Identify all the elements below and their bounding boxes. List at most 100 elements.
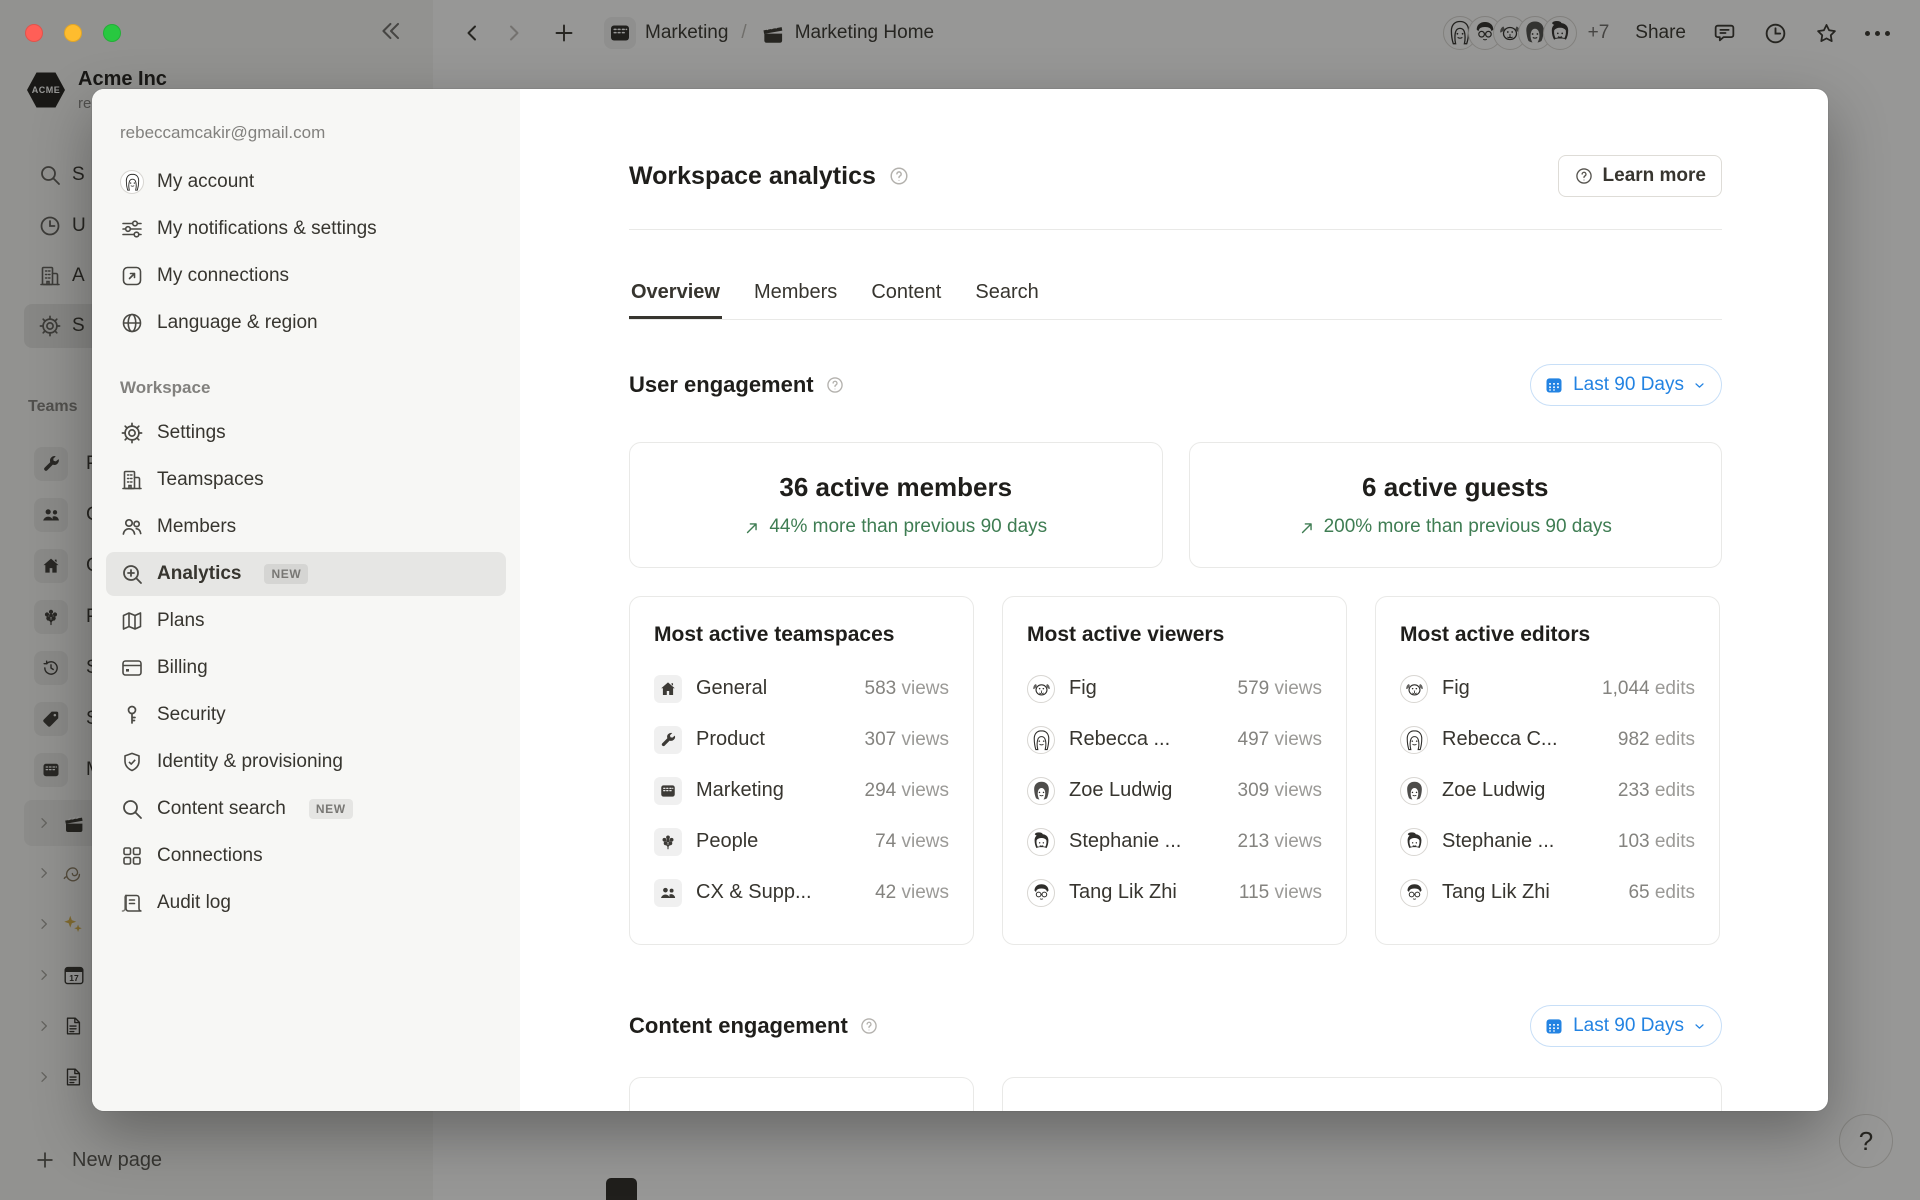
home-icon xyxy=(654,675,682,703)
user-avatar xyxy=(120,170,144,194)
list-item[interactable]: Fig 1,044 edits xyxy=(1400,663,1695,714)
list-item[interactable]: CX & Supp... 42 views xyxy=(654,867,949,918)
window-controls xyxy=(25,24,121,42)
content-engagement-heading: Content engagement xyxy=(629,1013,879,1039)
avatar-fig xyxy=(1027,675,1055,703)
map-icon xyxy=(120,609,144,633)
help-tooltip-icon[interactable] xyxy=(859,1016,879,1036)
modal-item-my-connections[interactable]: My connections xyxy=(106,254,506,298)
calendar-icon xyxy=(1544,375,1564,395)
tab-overview[interactable]: Overview xyxy=(629,268,722,319)
chevron-down-icon xyxy=(1693,379,1706,392)
minimize-window-button[interactable] xyxy=(64,24,82,42)
list-item[interactable]: Stephanie ... 103 edits xyxy=(1400,816,1695,867)
settings-modal: rebeccamcakir@gmail.com My account My no… xyxy=(92,89,1828,1111)
modal-item-settings[interactable]: Settings xyxy=(106,411,506,455)
modal-item-teamspaces[interactable]: Teamspaces xyxy=(106,458,506,502)
partial-card xyxy=(629,1077,974,1111)
stat-headline: 36 active members xyxy=(779,472,1012,503)
notion-app: ACME Acme Inc re S U A S Teams P C xyxy=(0,0,1920,1200)
grid-icon xyxy=(120,844,144,868)
content-engagement-cards xyxy=(629,1077,1722,1111)
tab-search[interactable]: Search xyxy=(973,268,1040,319)
scroll-icon xyxy=(120,891,144,915)
modal-item-analytics[interactable]: Analytics NEW xyxy=(106,552,506,596)
arrow-up-right-box-icon xyxy=(120,264,144,288)
stat-delta: 200% more than previous 90 days xyxy=(1299,516,1612,538)
partial-card xyxy=(1002,1077,1722,1111)
trend-up-icon xyxy=(1299,519,1316,536)
modal-item-members[interactable]: Members xyxy=(106,505,506,549)
avatar-tang xyxy=(1400,879,1428,907)
list-item[interactable]: People 74 views xyxy=(654,816,949,867)
modal-item-plans[interactable]: Plans xyxy=(106,599,506,643)
list-item[interactable]: Zoe Ludwig 233 edits xyxy=(1400,765,1695,816)
clapper-crate-icon xyxy=(654,777,682,805)
list-item[interactable]: Marketing 294 views xyxy=(654,765,949,816)
avatar-zoe xyxy=(1027,777,1055,805)
modal-item-identity-provisioning[interactable]: Identity & provisioning xyxy=(106,740,506,784)
tab-members[interactable]: Members xyxy=(752,268,839,319)
avatar-stephanie xyxy=(1027,828,1055,856)
active-guests-card: 6 active guests 200% more than previous … xyxy=(1189,442,1723,568)
stat-delta: 44% more than previous 90 days xyxy=(744,516,1047,538)
modal-item-billing[interactable]: Billing xyxy=(106,646,506,690)
settings-modal-sidebar: rebeccamcakir@gmail.com My account My no… xyxy=(92,89,520,1111)
workspace-section-label: Workspace xyxy=(92,348,520,408)
list-item[interactable]: Zoe Ludwig 309 views xyxy=(1027,765,1322,816)
modal-item-audit-log[interactable]: Audit log xyxy=(106,881,506,925)
search-icon xyxy=(120,797,144,821)
calendar-icon xyxy=(1544,1016,1564,1036)
chevron-down-icon xyxy=(1693,1020,1706,1033)
avatar-zoe xyxy=(1400,777,1428,805)
most-active-editors-card: Most active editors Fig 1,044 edits Rebe… xyxy=(1375,596,1720,945)
user-engagement-heading: User engagement xyxy=(629,372,845,398)
sliders-icon xyxy=(120,217,144,241)
avatar-tang xyxy=(1027,879,1055,907)
date-range-dropdown[interactable]: Last 90 Days xyxy=(1530,1005,1722,1047)
learn-more-button[interactable]: Learn more xyxy=(1558,155,1722,197)
help-tooltip-icon[interactable] xyxy=(888,165,910,187)
gear-icon xyxy=(120,421,144,445)
avatar-rebecca xyxy=(1027,726,1055,754)
people-icon xyxy=(654,879,682,907)
engagement-stats: 36 active members 44% more than previous… xyxy=(629,442,1722,568)
list-item[interactable]: General 583 views xyxy=(654,663,949,714)
avatar-fig xyxy=(1400,675,1428,703)
modal-item-language-region[interactable]: Language & region xyxy=(106,301,506,345)
close-window-button[interactable] xyxy=(25,24,43,42)
wrench-icon xyxy=(654,726,682,754)
help-tooltip-icon[interactable] xyxy=(825,375,845,395)
analytics-tabs: Overview Members Content Search xyxy=(629,268,1722,320)
modal-item-security[interactable]: Security xyxy=(106,693,506,737)
globe-icon xyxy=(120,311,144,335)
list-item[interactable]: Fig 579 views xyxy=(1027,663,1322,714)
active-members-card: 36 active members 44% more than previous… xyxy=(629,442,1163,568)
list-item[interactable]: Tang Lik Zhi 115 views xyxy=(1027,867,1322,918)
date-range-dropdown[interactable]: Last 90 Days xyxy=(1530,364,1722,406)
zoom-window-button[interactable] xyxy=(103,24,121,42)
shield-check-icon xyxy=(120,750,144,774)
modal-item-my-notifications[interactable]: My notifications & settings xyxy=(106,207,506,251)
tab-content[interactable]: Content xyxy=(869,268,943,319)
avatar-stephanie xyxy=(1400,828,1428,856)
members-icon xyxy=(120,515,144,539)
account-email: rebeccamcakir@gmail.com xyxy=(92,115,520,157)
settings-modal-main: Workspace analytics Learn more Overview … xyxy=(520,89,1828,1111)
question-circle-icon xyxy=(1574,166,1594,186)
trend-up-icon xyxy=(744,519,761,536)
modal-item-content-search[interactable]: Content search NEW xyxy=(106,787,506,831)
avatar-rebecca xyxy=(1400,726,1428,754)
list-item[interactable]: Stephanie ... 213 views xyxy=(1027,816,1322,867)
list-item[interactable]: Tang Lik Zhi 65 edits xyxy=(1400,867,1695,918)
zoom-plus-icon xyxy=(120,562,144,586)
modal-item-connections[interactable]: Connections xyxy=(106,834,506,878)
list-item[interactable]: Product 307 views xyxy=(654,714,949,765)
modal-item-my-account[interactable]: My account xyxy=(106,160,506,204)
building-icon xyxy=(120,468,144,492)
list-item[interactable]: Rebecca C... 982 edits xyxy=(1400,714,1695,765)
page-title: Workspace analytics xyxy=(629,162,910,191)
list-item[interactable]: Rebecca ... 497 views xyxy=(1027,714,1322,765)
key-icon xyxy=(120,703,144,727)
stat-headline: 6 active guests xyxy=(1362,472,1548,503)
